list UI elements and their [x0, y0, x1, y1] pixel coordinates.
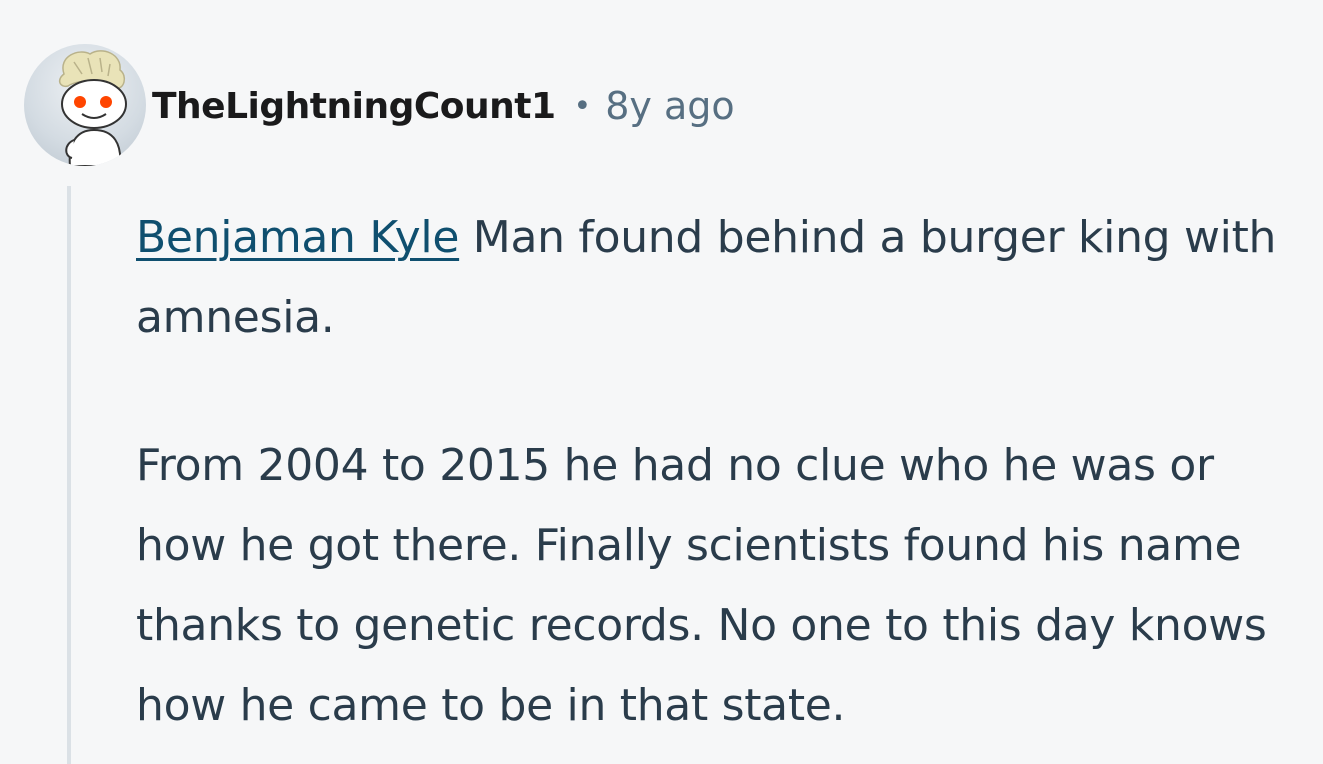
- comment-body: Benjaman Kyle Man found behind a burger …: [136, 198, 1306, 746]
- comment: TheLightningCount1 • 8y ago Benjaman Kyl…: [0, 0, 1323, 764]
- comment-header: TheLightningCount1 • 8y ago: [152, 78, 735, 134]
- reddit-snoo-avatar-icon: [58, 50, 127, 166]
- comment-paragraph: From 2004 to 2015 he had no clue who he …: [136, 440, 1267, 731]
- comment-paragraph: Benjaman Kyle Man found behind a burger …: [136, 198, 1306, 358]
- username[interactable]: TheLightningCount1: [152, 86, 556, 127]
- avatar[interactable]: [24, 44, 146, 166]
- separator-dot: •: [573, 88, 592, 124]
- timestamp[interactable]: 8y ago: [605, 84, 734, 128]
- wiki-link[interactable]: Benjaman Kyle: [136, 212, 459, 263]
- thread-line[interactable]: [67, 186, 71, 764]
